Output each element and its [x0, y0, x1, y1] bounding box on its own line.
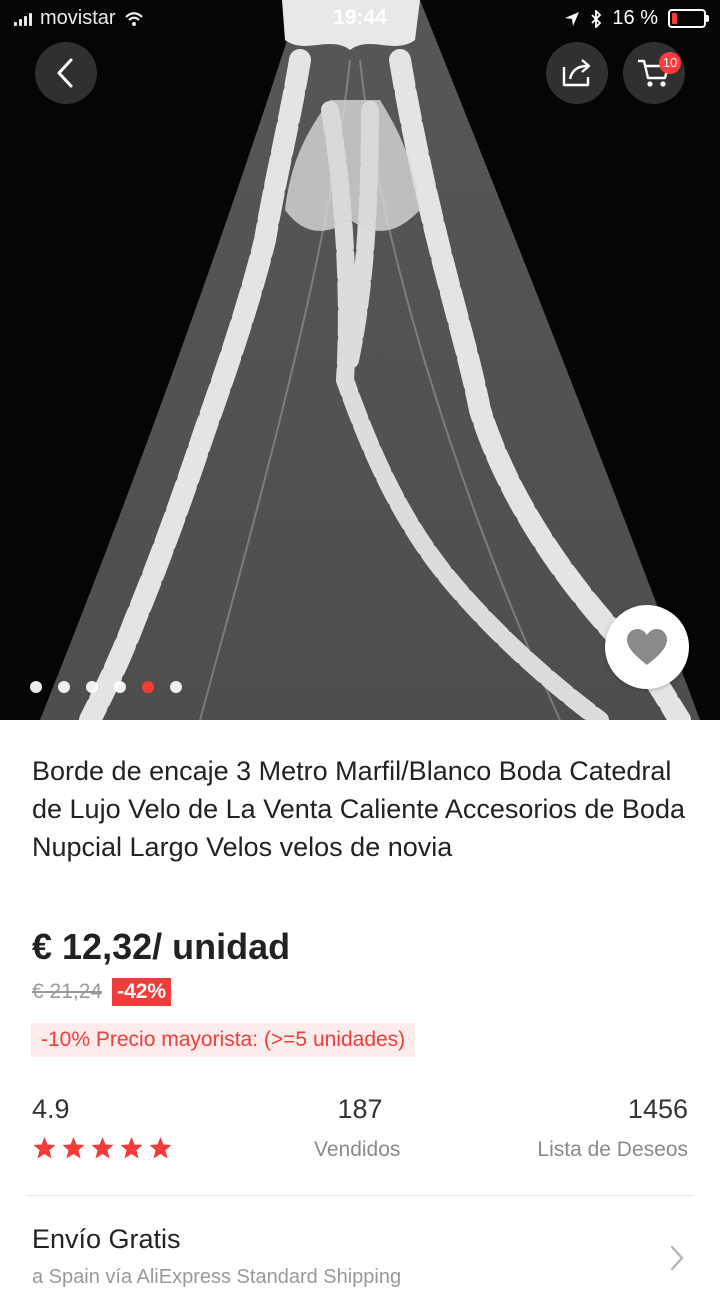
battery-icon: [668, 9, 709, 28]
sold-label: Vendidos: [314, 1138, 401, 1161]
star-icon: [33, 1137, 56, 1159]
battery-percent: 16 %: [612, 7, 658, 29]
section-divider: [26, 1195, 694, 1196]
back-button[interactable]: [35, 42, 97, 104]
share-icon: [562, 59, 591, 87]
chevron-right-icon[interactable]: [668, 1244, 686, 1272]
status-bar: movistar 19:44 16 %: [0, 0, 720, 36]
shipping-subtitle: a Spain vía AliExpress Standard Shipping: [32, 1266, 402, 1288]
status-right: 16 %: [564, 7, 709, 30]
sold-count: 187: [337, 1094, 383, 1124]
back-arrow-icon: [57, 58, 73, 88]
rating-stars: [32, 1136, 173, 1160]
wishlist-label: Lista de Deseos: [537, 1138, 688, 1161]
share-button[interactable]: [546, 42, 608, 104]
gallery-dot[interactable]: [142, 681, 154, 693]
cart-button[interactable]: 10: [623, 42, 685, 104]
cart-count-badge: 10: [659, 52, 681, 74]
rating-value: 4.9: [32, 1094, 70, 1124]
shipping-title[interactable]: Envío Gratis: [32, 1224, 181, 1255]
gallery-dot[interactable]: [86, 681, 98, 693]
gallery-dot[interactable]: [114, 681, 126, 693]
star-icon: [62, 1137, 85, 1159]
product-title: Borde de encaje 3 Metro Marfil/Blanco Bo…: [32, 756, 685, 862]
gallery-dot[interactable]: [170, 681, 182, 693]
add-to-wishlist-button[interactable]: [605, 605, 689, 689]
price-comparison: € 21,24 -42%: [32, 978, 172, 1006]
wholesale-price-tag[interactable]: -10% Precio mayorista: (>=5 unidades): [31, 1023, 416, 1057]
bluetooth-icon: [591, 9, 602, 28]
discount-badge: -42%: [112, 978, 172, 1006]
original-price: € 21,24: [32, 980, 103, 1003]
gallery-pagination: [30, 681, 182, 693]
heart-icon: [627, 629, 667, 665]
star-icon: [120, 1137, 143, 1159]
product-image-gallery[interactable]: movistar 19:44 16 % 10: [0, 0, 720, 720]
product-image-veil: [40, 0, 700, 720]
gallery-dot[interactable]: [58, 681, 70, 693]
location-icon: [565, 11, 580, 26]
gallery-dot[interactable]: [30, 681, 42, 693]
wishlist-count: 1456: [627, 1094, 688, 1124]
star-icon: [91, 1137, 114, 1159]
product-price: € 12,32/ unidad: [32, 926, 291, 967]
star-icon: [149, 1137, 172, 1159]
